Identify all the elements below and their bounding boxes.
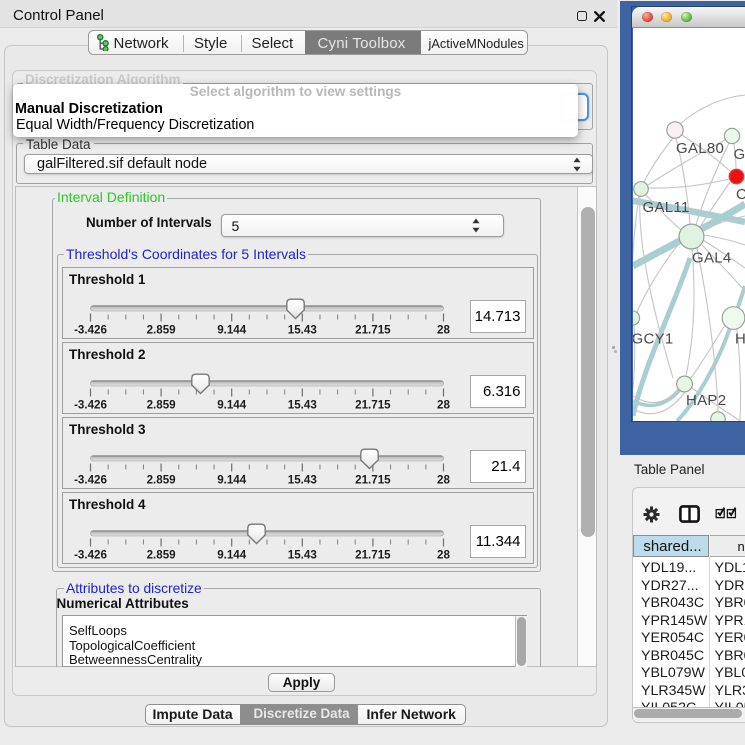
svg-text:-3.426: -3.426 <box>74 324 107 337</box>
svg-text:2.859: 2.859 <box>146 474 176 487</box>
svg-text:21.715: 21.715 <box>355 474 391 487</box>
svg-text:GAL4: GAL4 <box>692 250 732 267</box>
svg-text:9.144: 9.144 <box>217 399 247 412</box>
svg-text:15.43: 15.43 <box>287 324 317 337</box>
svg-text:GCY1: GCY1 <box>633 331 674 348</box>
svg-text:-3.426: -3.426 <box>74 474 107 487</box>
svg-text:2.859: 2.859 <box>146 324 176 337</box>
svg-text:28: 28 <box>437 324 450 337</box>
svg-text:GAL80: GAL80 <box>676 140 724 157</box>
svg-text:2.859: 2.859 <box>146 399 176 412</box>
svg-text:15.43: 15.43 <box>287 549 317 562</box>
svg-text:GA: GA <box>734 146 745 163</box>
svg-text:21.715: 21.715 <box>355 324 391 337</box>
svg-text:28: 28 <box>437 399 450 412</box>
svg-text:GAL11: GAL11 <box>643 199 690 216</box>
svg-text:C: C <box>736 186 745 203</box>
svg-text:-3.426: -3.426 <box>74 399 107 412</box>
svg-text:HAP2: HAP2 <box>686 392 726 409</box>
svg-text:28: 28 <box>437 474 450 487</box>
svg-text:28: 28 <box>437 549 450 562</box>
svg-text:-3.426: -3.426 <box>74 549 107 562</box>
svg-text:H: H <box>735 331 745 348</box>
svg-text:2.859: 2.859 <box>146 549 176 562</box>
svg-text:9.144: 9.144 <box>217 474 247 487</box>
svg-text:15.43: 15.43 <box>287 474 317 487</box>
svg-text:21.715: 21.715 <box>355 549 391 562</box>
svg-text:21.715: 21.715 <box>355 399 391 412</box>
svg-text:9.144: 9.144 <box>217 324 247 337</box>
svg-text:9.144: 9.144 <box>217 549 247 562</box>
svg-text:15.43: 15.43 <box>287 399 317 412</box>
